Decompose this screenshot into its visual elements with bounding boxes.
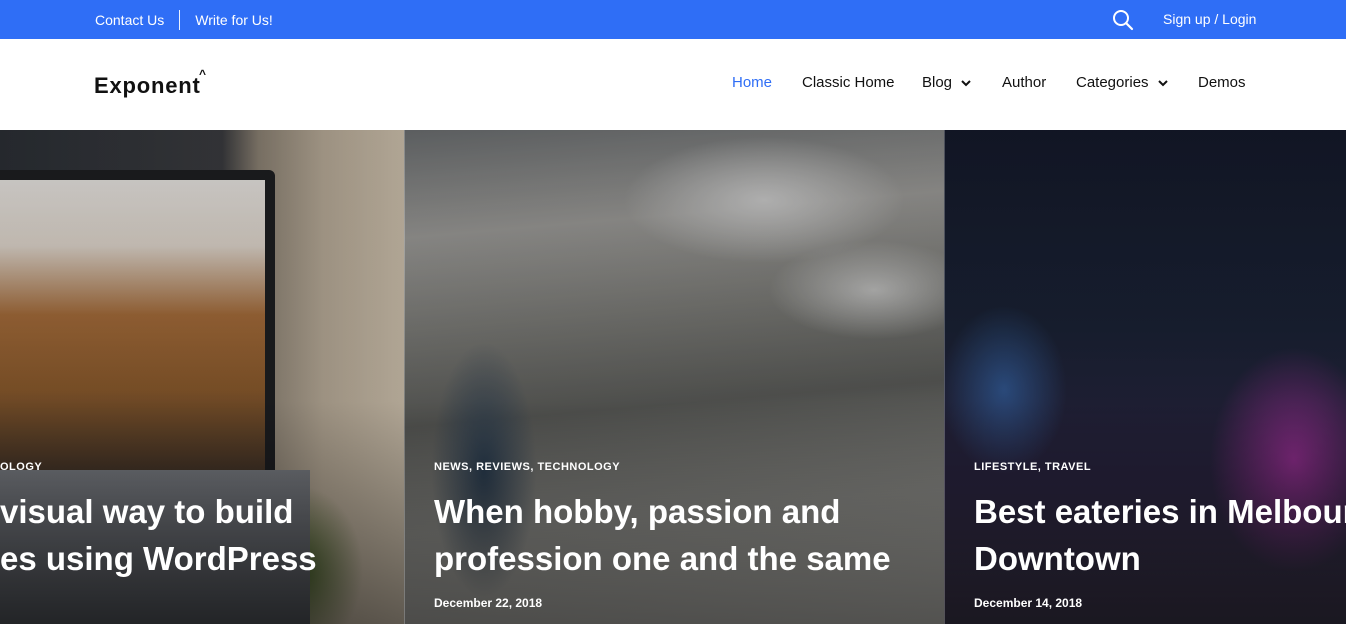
post-title-line: Best eateries in Melbour [974,493,1346,530]
post-categories[interactable]: NEWS, REVIEWS, TECHNOLOGY [434,461,620,473]
nav-item-label: Categories [1076,74,1149,91]
post-title[interactable]: Best eateries in Melbour Downtown [974,488,1346,582]
card-divider [404,130,405,624]
chevron-down-icon [1157,79,1168,86]
contact-us-link[interactable]: Contact Us [95,12,164,28]
post-title-line: visual way to build [0,493,294,530]
post-title-line: When hobby, passion and [434,493,841,530]
post-card[interactable]: NEWS, REVIEWS, TECHNOLOGY When hobby, pa… [404,130,944,624]
top-bar-links: Contact Us Write for Us! [95,0,273,39]
site-logo[interactable]: Exponent [94,73,201,99]
search-icon[interactable] [1112,9,1134,31]
nav-item-demos[interactable]: Demos [1198,74,1246,91]
top-bar: Contact Us Write for Us! Sign up / Login [0,0,1346,39]
nav-item-blog[interactable]: Blog [922,74,971,91]
post-categories[interactable]: OLOGY [0,461,42,473]
post-title-line: Downtown [974,540,1141,577]
post-categories[interactable]: LIFESTYLE, TRAVEL [974,461,1091,473]
post-date: December 14, 2018 [974,596,1083,610]
nav-item-label: Home [732,74,773,91]
nav-item-categories[interactable]: Categories [1076,74,1168,91]
nav-item-home[interactable]: Home [732,74,772,91]
post-card[interactable]: OLOGY visual way to build es using WordP… [0,130,404,624]
signup-login-link[interactable]: Sign up / Login [1163,11,1256,27]
chevron-down-icon [961,79,971,86]
nav-item-classic-home[interactable]: Classic Home [802,74,895,91]
post-title[interactable]: When hobby, passion and profession one a… [434,488,891,582]
nav-item-author[interactable]: Author [1002,74,1046,91]
nav-item-label: Classic Home [802,74,895,91]
post-card[interactable]: LIFESTYLE, TRAVEL Best eateries in Melbo… [944,130,1346,624]
post-title-line: es using WordPress [0,540,317,577]
write-for-us-link[interactable]: Write for Us! [195,12,273,28]
post-title[interactable]: visual way to build es using WordPress [0,488,317,582]
nav-item-label: Blog [922,74,953,91]
post-title-line: profession one and the same [434,540,891,577]
top-bar-divider [179,9,181,30]
card-divider [944,130,945,624]
logo-caret-mark: ^ [199,67,207,81]
site-header: Exponent ^ Home Classic Home Blog Author… [0,39,1346,130]
post-date: December 22, 2018 [434,596,543,610]
nav-item-label: Author [1002,74,1047,91]
nav-item-label: Demos [1198,74,1246,91]
